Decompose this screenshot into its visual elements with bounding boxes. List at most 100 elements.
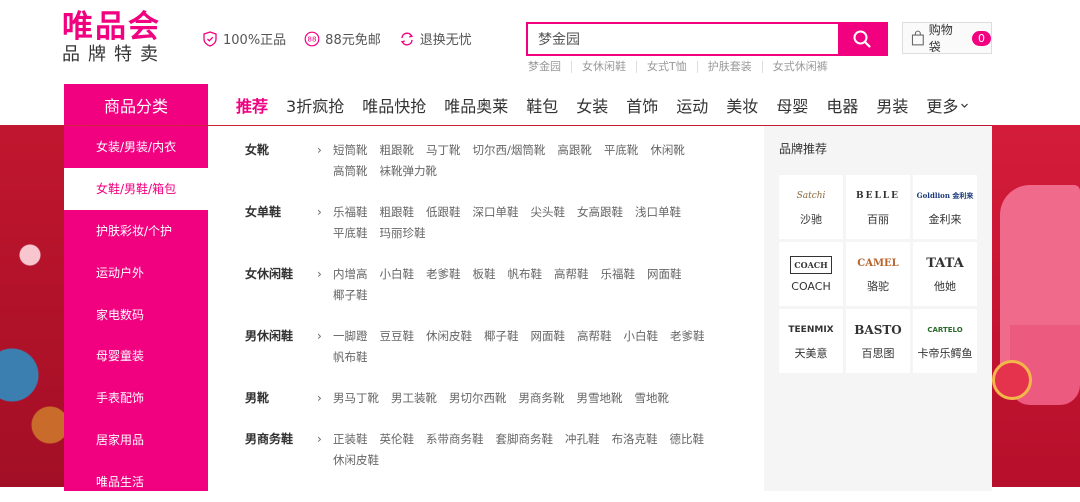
subcategory-links: 正装鞋 英伦鞋 系带商务鞋 套脚商务鞋 冲孔鞋 布洛克鞋 德比鞋 休闲皮鞋 bbox=[333, 429, 713, 471]
subcategory-link[interactable]: 雪地靴 bbox=[635, 388, 670, 409]
brand-tile[interactable]: TATA 他她 bbox=[913, 242, 977, 306]
sidebar-item-life[interactable]: 唯品生活 bbox=[64, 460, 208, 502]
search-button[interactable] bbox=[838, 24, 886, 54]
subcategory-link[interactable]: 女高跟鞋 bbox=[577, 202, 623, 223]
subcategory-link[interactable]: 布洛克鞋 bbox=[612, 429, 658, 450]
sidebar-item-apparel[interactable]: 女装/男装/内衣 bbox=[64, 126, 208, 168]
subcategory-link[interactable]: 板鞋 bbox=[473, 264, 496, 285]
nav-item-jewelry[interactable]: 首饰 bbox=[626, 93, 658, 117]
subcategory-link[interactable]: 男马丁靴 bbox=[333, 388, 379, 409]
subcategory-link[interactable]: 网面鞋 bbox=[647, 264, 682, 285]
subcategory-title[interactable]: 男商务鞋 bbox=[245, 429, 317, 471]
subcategory-link[interactable]: 深口单鞋 bbox=[473, 202, 519, 223]
brand-tile[interactable]: CAMEL 骆驼 bbox=[846, 242, 910, 306]
subcategory-link[interactable]: 椰子鞋 bbox=[333, 285, 368, 306]
brand-tile[interactable]: CARTELO 卡帝乐鳄鱼 bbox=[913, 309, 977, 373]
subcategory-title[interactable]: 女单鞋 bbox=[245, 202, 317, 244]
brand-tile[interactable]: Goldlion 金利来 金利来 bbox=[913, 175, 977, 239]
sidebar-item-beauty[interactable]: 护肤彩妆/个护 bbox=[64, 210, 208, 252]
nav-item-flash-sale[interactable]: 3折疯抢 bbox=[286, 93, 344, 117]
subcategory-link[interactable]: 平底靴 bbox=[604, 140, 639, 161]
subcategory-title[interactable]: 女休闲鞋 bbox=[245, 264, 317, 306]
subcategory-link[interactable]: 乐福鞋 bbox=[601, 264, 636, 285]
sidebar-item-shoes-bags[interactable]: 女鞋/男鞋/箱包 bbox=[64, 167, 208, 210]
hot-word-link[interactable]: 女式休闲裤 bbox=[761, 61, 838, 73]
subcategory-link[interactable]: 男商务靴 bbox=[519, 388, 565, 409]
category-menu-title[interactable]: 商品分类 bbox=[64, 84, 208, 126]
sidebar-item-home[interactable]: 居家用品 bbox=[64, 419, 208, 461]
subcategory-link[interactable]: 平底鞋 bbox=[333, 223, 368, 244]
subcategory-link[interactable]: 休闲靴 bbox=[650, 140, 685, 161]
site-logo[interactable]: 唯品会 品牌特卖 bbox=[62, 10, 182, 66]
hot-word-link[interactable]: 女休闲鞋 bbox=[571, 61, 636, 73]
subcategory-link[interactable]: 老爹鞋 bbox=[670, 326, 705, 347]
subcategory-link[interactable]: 尖头鞋 bbox=[531, 202, 566, 223]
subcategory-link[interactable]: 帆布鞋 bbox=[333, 347, 368, 368]
brand-name: 沙驰 bbox=[800, 213, 822, 226]
subcategory-title[interactable]: 男靴 bbox=[245, 388, 317, 409]
brand-tile[interactable]: COACH COACH bbox=[779, 242, 843, 306]
subcategory-link[interactable]: 切尔西/烟筒靴 bbox=[473, 140, 546, 161]
nav-item-appliances[interactable]: 电器 bbox=[826, 93, 858, 117]
nav-item-women[interactable]: 女装 bbox=[576, 93, 608, 117]
sidebar-item-outdoor[interactable]: 运动户外 bbox=[64, 251, 208, 293]
subcategory-link[interactable]: 豆豆鞋 bbox=[380, 326, 415, 347]
subcategory-link[interactable]: 休闲皮鞋 bbox=[426, 326, 472, 347]
search-input[interactable] bbox=[528, 24, 838, 54]
subcategory-link[interactable]: 高筒靴 bbox=[333, 161, 368, 182]
subcategory-title[interactable]: 女靴 bbox=[245, 140, 317, 182]
brand-tile[interactable]: Satchi 沙驰 bbox=[779, 175, 843, 239]
subcategory-link[interactable]: 椰子鞋 bbox=[484, 326, 519, 347]
subcategory-link[interactable]: 内增高 bbox=[333, 264, 368, 285]
subcategory-link[interactable]: 高跟靴 bbox=[557, 140, 592, 161]
hot-word-link[interactable]: 护肤套装 bbox=[696, 61, 762, 73]
subcategory-link[interactable]: 英伦鞋 bbox=[380, 429, 415, 450]
subcategory-link[interactable]: 一脚蹬 bbox=[333, 326, 368, 347]
sidebar-item-kids[interactable]: 母婴童装 bbox=[64, 335, 208, 377]
subcategory-link[interactable]: 粗跟鞋 bbox=[380, 202, 415, 223]
subcategory-link[interactable]: 低跟鞋 bbox=[426, 202, 461, 223]
nav-item-quick-grab[interactable]: 唯品快抢 bbox=[362, 93, 426, 117]
hot-word-link[interactable]: 女式T恤 bbox=[636, 61, 697, 73]
subcategory-link[interactable]: 网面鞋 bbox=[531, 326, 566, 347]
subcategory-link[interactable]: 男切尔西靴 bbox=[449, 388, 507, 409]
brand-tile[interactable]: TEENMIX 天美意 bbox=[779, 309, 843, 373]
subcategory-link[interactable]: 男雪地靴 bbox=[577, 388, 623, 409]
sidebar-item-electronics[interactable]: 家电数码 bbox=[64, 293, 208, 335]
nav-item-baby[interactable]: 母婴 bbox=[776, 93, 808, 117]
hot-word-link[interactable]: 梦金园 bbox=[526, 61, 571, 73]
subcategory-link[interactable]: 正装鞋 bbox=[333, 429, 368, 450]
subcategory-link[interactable]: 套脚商务鞋 bbox=[496, 429, 554, 450]
shopping-bag-button[interactable]: 购物袋 0 bbox=[902, 22, 992, 54]
subcategory-link[interactable]: 老爹鞋 bbox=[426, 264, 461, 285]
subcategory-link[interactable]: 德比鞋 bbox=[670, 429, 705, 450]
nav-item-outlet[interactable]: 唯品奥莱 bbox=[444, 93, 508, 117]
subcategory-link[interactable]: 高帮鞋 bbox=[577, 326, 612, 347]
subcategory-link[interactable]: 小白鞋 bbox=[624, 326, 659, 347]
subcategory-link[interactable]: 系带商务鞋 bbox=[426, 429, 484, 450]
subcategory-link[interactable]: 高帮鞋 bbox=[554, 264, 589, 285]
subcategory-link[interactable]: 粗跟靴 bbox=[380, 140, 415, 161]
sidebar-item-watches[interactable]: 手表配饰 bbox=[64, 377, 208, 419]
brand-tile[interactable]: BELLE 百丽 bbox=[846, 175, 910, 239]
nav-item-sports[interactable]: 运动 bbox=[676, 93, 708, 117]
subcategory-link[interactable]: 短筒靴 bbox=[333, 140, 368, 161]
subcategory-link[interactable]: 乐福鞋 bbox=[333, 202, 368, 223]
subcategory-link[interactable]: 男工装靴 bbox=[391, 388, 437, 409]
brand-tile[interactable]: BASTO 百思图 bbox=[846, 309, 910, 373]
subcategory-link[interactable]: 玛丽珍鞋 bbox=[380, 223, 426, 244]
subcategory-link[interactable]: 休闲皮鞋 bbox=[333, 450, 379, 471]
nav-item-shoes-bags[interactable]: 鞋包 bbox=[526, 93, 558, 117]
subcategory-link[interactable]: 冲孔鞋 bbox=[565, 429, 600, 450]
subcategory-title[interactable]: 男休闲鞋 bbox=[245, 326, 317, 368]
subcategory-link[interactable]: 马丁靴 bbox=[426, 140, 461, 161]
nav-item-beauty[interactable]: 美妆 bbox=[726, 93, 758, 117]
subcategory-link[interactable]: 小白鞋 bbox=[380, 264, 415, 285]
nav-item-recommend[interactable]: 推荐 bbox=[236, 93, 268, 117]
subcategory-link[interactable]: 帆布鞋 bbox=[508, 264, 543, 285]
subcategory-link[interactable]: 浅口单鞋 bbox=[635, 202, 681, 223]
nav-item-more[interactable]: 更多 bbox=[926, 93, 969, 117]
nav-item-men[interactable]: 男装 bbox=[876, 93, 908, 117]
brand-name: COACH bbox=[791, 279, 831, 293]
subcategory-link[interactable]: 袜靴弹力靴 bbox=[380, 161, 438, 182]
